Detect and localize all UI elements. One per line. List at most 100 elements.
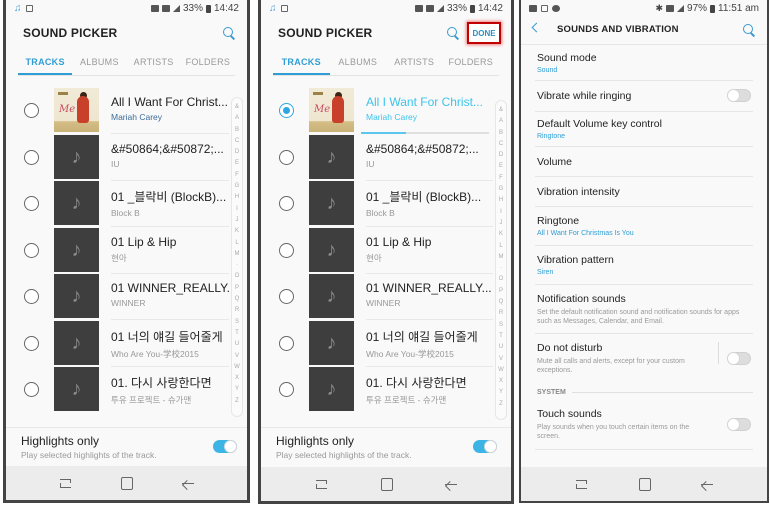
index-letter[interactable]: B	[499, 128, 503, 139]
index-letter[interactable]: L	[235, 238, 238, 249]
track-row[interactable]: ♪ 01 WINNER_REALLY... WINNER	[261, 273, 511, 320]
tab-artists[interactable]: ARTISTS	[127, 52, 181, 75]
tab-folders[interactable]: FOLDERS	[181, 52, 235, 75]
index-letter[interactable]: R	[235, 305, 239, 316]
index-letter[interactable]: V	[499, 354, 503, 365]
index-letter[interactable]: E	[235, 158, 239, 169]
track-row[interactable]: ♪ 01 WINNER_REALLY... WINNER	[6, 273, 247, 320]
track-row[interactable]: ♪ 01. 다시 사랑한다면 투유 프로젝트 - 슈가맨	[6, 366, 247, 413]
index-letter[interactable]: C	[499, 139, 503, 150]
track-row[interactable]: Me All I Want For Christ... Mariah Carey	[6, 87, 247, 134]
setting-touch-sounds[interactable]: Touch sounds Play sounds when you touch …	[535, 401, 753, 450]
index-letter[interactable]: R	[499, 308, 503, 319]
track-radio-button[interactable]	[24, 196, 39, 211]
tab-tracks[interactable]: TRACKS	[18, 52, 73, 75]
index-letter[interactable]: O	[499, 274, 504, 285]
index-letter[interactable]: I	[500, 207, 502, 218]
highlights-only-setting[interactable]: Highlights only Play selected highlights…	[6, 427, 247, 467]
track-radio-button[interactable]	[279, 382, 294, 397]
index-letter[interactable]: E	[499, 161, 503, 172]
touch-sounds-toggle[interactable]	[727, 418, 751, 431]
alphabet-index[interactable]: & A B C D E F G H I J K L M · O P Q R S T U V W X Y Z	[231, 97, 243, 417]
home-icon[interactable]	[637, 478, 651, 491]
alphabet-index[interactable]: & A B C D E F G H I J K L M · O P Q R S T U V W X Y Z	[495, 100, 507, 420]
index-letter[interactable]: J	[500, 218, 503, 229]
setting-do-not-disturb[interactable]: Do not disturb Mute all calls and alerts…	[535, 334, 753, 383]
tab-artists[interactable]: ARTISTS	[386, 52, 443, 75]
index-letter[interactable]: B	[235, 125, 239, 136]
recent-apps-icon[interactable]	[574, 478, 588, 490]
setting-default-volume-key-control[interactable]: Default Volume key control Ringtone	[535, 112, 753, 147]
index-letter[interactable]: J	[236, 215, 239, 226]
track-radio-button[interactable]	[279, 149, 294, 165]
index-letter[interactable]: Y	[499, 387, 503, 398]
back-icon[interactable]	[444, 478, 458, 490]
setting-vibration-pattern[interactable]: Vibration pattern Siren	[535, 246, 753, 285]
back-icon[interactable]	[181, 477, 195, 489]
index-letter[interactable]: D	[499, 150, 503, 161]
index-letter[interactable]: Q	[235, 294, 240, 305]
index-letter[interactable]: X	[499, 376, 503, 387]
search-icon[interactable]	[223, 27, 235, 39]
index-letter[interactable]: Z	[499, 399, 503, 410]
track-row[interactable]: ♪ 01 _블락비 (BlockB)... Block B	[6, 180, 247, 227]
track-row[interactable]: ♪ 01 _블락비 (BlockB)... Block B	[261, 180, 511, 227]
tab-albums[interactable]: ALBUMS	[72, 52, 126, 75]
index-letter[interactable]: V	[235, 351, 239, 362]
index-letter[interactable]: U	[499, 342, 503, 353]
setting-sound-mode[interactable]: Sound mode Sound	[535, 45, 753, 81]
index-letter[interactable]: F	[235, 170, 239, 181]
recent-apps-icon[interactable]	[314, 478, 328, 490]
index-letter[interactable]: O	[235, 271, 240, 282]
index-letter[interactable]: H	[499, 195, 503, 206]
index-letter[interactable]: K	[235, 226, 239, 237]
index-letter[interactable]: &	[499, 105, 503, 116]
index-letter[interactable]: S	[499, 320, 503, 331]
index-letter[interactable]: A	[235, 113, 239, 124]
index-letter[interactable]: C	[235, 136, 239, 147]
track-radio-button[interactable]	[24, 335, 39, 351]
index-letter[interactable]: I	[236, 204, 238, 215]
setting-notification-sounds[interactable]: Notification sounds Set the default noti…	[535, 285, 753, 334]
index-letter[interactable]: M	[499, 252, 504, 263]
index-letter[interactable]: F	[499, 173, 503, 184]
setting-ringtone[interactable]: Ringtone All I Want For Christmas Is You	[535, 207, 753, 246]
index-letter[interactable]: ·	[500, 263, 502, 274]
track-radio-button[interactable]	[24, 382, 39, 397]
index-letter[interactable]: Z	[235, 396, 239, 407]
home-icon[interactable]	[119, 477, 134, 490]
home-icon[interactable]	[379, 478, 393, 491]
track-radio-button[interactable]	[279, 289, 294, 304]
track-radio-button[interactable]	[24, 149, 39, 165]
back-icon[interactable]	[700, 478, 714, 490]
track-radio-button[interactable]	[279, 242, 294, 258]
index-letter[interactable]: P	[499, 286, 503, 297]
index-letter[interactable]: Q	[499, 297, 504, 308]
index-letter[interactable]: G	[235, 181, 240, 192]
track-row[interactable]: ♪ 01 Lip & Hip 현아	[261, 227, 511, 274]
back-arrow-icon[interactable]	[531, 22, 542, 33]
vibrate-while-ringing-toggle[interactable]	[727, 89, 751, 102]
index-letter[interactable]: W	[234, 362, 240, 373]
index-letter[interactable]: Y	[235, 384, 239, 395]
index-letter[interactable]: H	[235, 192, 239, 203]
track-row[interactable]: Me All I Want For Christ... Mariah Carey	[261, 87, 511, 134]
track-radio-button[interactable]	[279, 335, 294, 351]
tab-folders[interactable]: FOLDERS	[443, 52, 500, 75]
track-radio-button[interactable]	[24, 242, 39, 258]
setting-volume[interactable]: Volume	[535, 147, 753, 177]
index-letter[interactable]: &	[235, 102, 239, 113]
highlights-toggle[interactable]	[213, 440, 237, 453]
track-row[interactable]: ♪ 01. 다시 사랑한다면 투유 프로젝트 - 슈가맨	[261, 366, 511, 413]
index-letter[interactable]: S	[235, 317, 239, 328]
index-letter[interactable]: X	[235, 373, 239, 384]
tab-tracks[interactable]: TRACKS	[273, 52, 330, 75]
track-row[interactable]: ♪ &#50864;&#50872;... IU	[6, 134, 247, 181]
setting-vibrate-while-ringing[interactable]: Vibrate while ringing	[535, 81, 753, 112]
index-letter[interactable]: M	[235, 249, 240, 260]
track-row[interactable]: ♪ 01 너의 얘길 들어줄게 Who Are You-学校2015	[6, 320, 247, 367]
index-letter[interactable]: A	[499, 116, 503, 127]
track-row[interactable]: ♪ 01 Lip & Hip 현아	[6, 227, 247, 274]
highlights-toggle[interactable]	[473, 440, 497, 453]
index-letter[interactable]: L	[499, 241, 502, 252]
